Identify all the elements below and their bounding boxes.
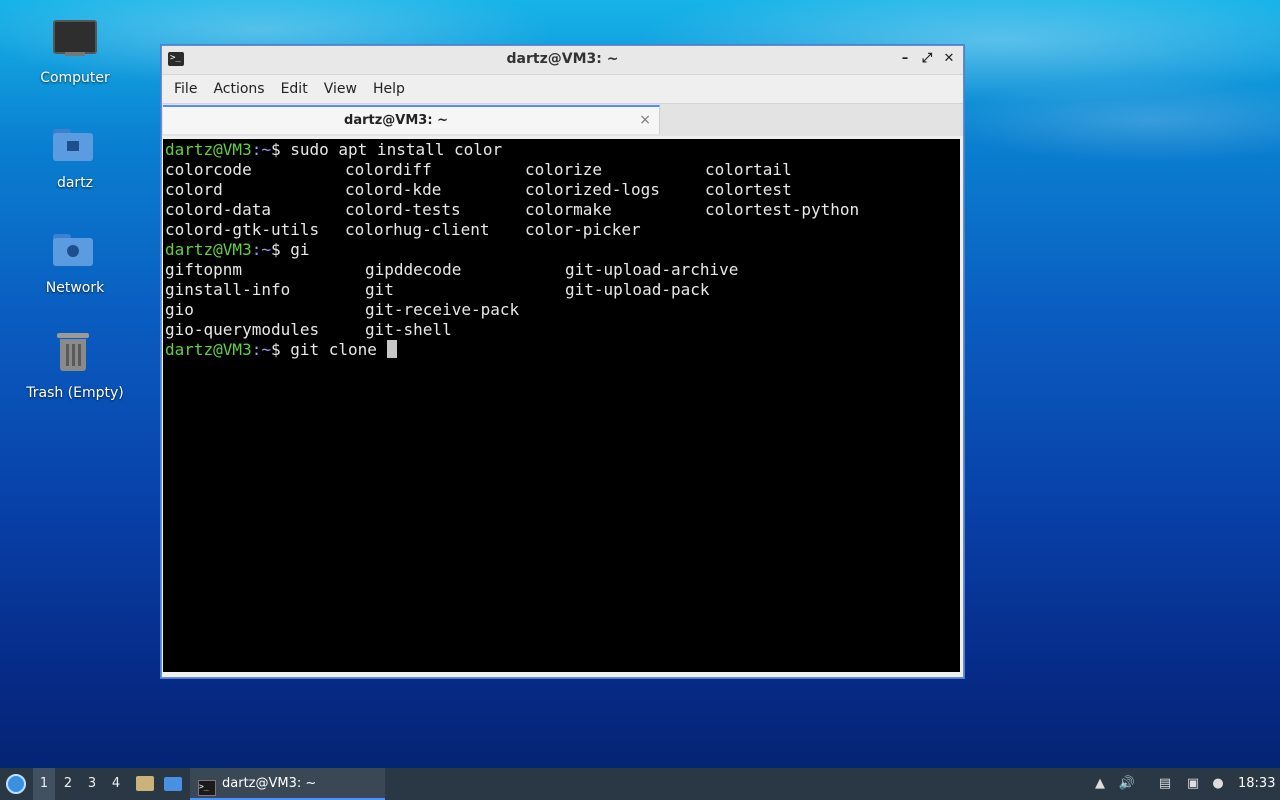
clipboard-icon[interactable]: ▤ [1155, 768, 1175, 800]
prompt-line: dartz@VM3:~$ gi [165, 240, 310, 259]
command-text: sudo apt install color [290, 140, 503, 159]
taskbar-task-terminal[interactable]: >_ dartz@VM3: ~ [190, 768, 385, 800]
trash-icon [51, 333, 99, 381]
minimize-button[interactable]: – [897, 50, 913, 68]
completion-row: gio-querymodules git-shell [165, 320, 452, 339]
workspace-3[interactable]: 3 [81, 768, 103, 800]
tab-label: dartz@VM3: ~ [344, 113, 448, 128]
completion-row: gio git-receive-pack [165, 300, 520, 319]
menu-help[interactable]: Help [365, 81, 413, 97]
desktop-icon-network[interactable]: Network [20, 228, 130, 296]
completion-row: colord-gtk-utils colorhug-client color-pic… [165, 220, 641, 239]
start-menu-button[interactable] [4, 768, 28, 800]
menu-file[interactable]: File [166, 81, 205, 97]
tray-arrow-icon[interactable]: ▲ [1090, 768, 1110, 800]
file-manager-launcher[interactable] [134, 768, 156, 800]
home-folder-icon [51, 123, 99, 171]
close-button[interactable]: ✕ [941, 50, 957, 68]
terminal-icon: >_ [198, 780, 216, 796]
desktop-icon-label: Computer [40, 70, 110, 86]
terminal-output[interactable]: dartz@VM3:~$ sudo apt install color color… [163, 139, 960, 672]
desktop-icon-computer[interactable]: Computer [20, 18, 130, 86]
desktop-icon-label: Network [45, 280, 105, 296]
desktop-icon-label: dartz [56, 175, 94, 191]
maximize-button[interactable]: ⤢ [919, 50, 935, 68]
network-icon[interactable]: ▣ [1183, 768, 1203, 800]
desktop-icon-label: Trash (Empty) [26, 385, 124, 401]
volume-icon[interactable]: 🔊 [1117, 768, 1137, 800]
app-menu-icon [6, 774, 26, 794]
desktop-icon-trash[interactable]: Trash (Empty) [20, 333, 130, 401]
desktop-icon-home[interactable]: dartz [20, 123, 130, 191]
tab-close-icon[interactable]: × [639, 112, 651, 128]
completion-row: colorcode colordiff colorize colortail [165, 160, 792, 179]
clock[interactable]: 18:33 [1238, 768, 1275, 800]
notification-icon[interactable]: ● [1208, 768, 1228, 800]
workspace-2[interactable]: 2 [57, 768, 79, 800]
menu-bar: File Actions Edit View Help [162, 75, 963, 103]
prompt-line: dartz@VM3:~$ sudo apt install color [165, 140, 503, 159]
task-label: dartz@VM3: ~ [222, 776, 317, 791]
completion-row: colord-data colord-tests colormake colortes… [165, 200, 860, 219]
command-text: git clone [290, 340, 387, 359]
command-text: gi [290, 240, 310, 259]
text-cursor [386, 340, 397, 358]
terminal-window: >_ dartz@VM3: ~ – ⤢ ✕ File Actions Edit … [161, 45, 964, 678]
window-titlebar[interactable]: >_ dartz@VM3: ~ – ⤢ ✕ [162, 46, 963, 75]
menu-actions[interactable]: Actions [205, 81, 272, 97]
show-desktop-launcher[interactable] [162, 768, 184, 800]
computer-icon [51, 18, 99, 66]
menu-edit[interactable]: Edit [273, 81, 316, 97]
completion-row: colord colord-kde colorized-logs colortest [165, 180, 792, 199]
tab-terminal[interactable]: dartz@VM3: ~ × [163, 105, 660, 134]
tab-bar: dartz@VM3: ~ × [162, 103, 963, 136]
prompt-line: dartz@VM3:~$ git clone [165, 340, 960, 360]
network-folder-icon [51, 228, 99, 276]
window-title: dartz@VM3: ~ [506, 51, 619, 67]
taskbar: 1 2 3 4 >_ dartz@VM3: ~ ▲ 🔊 ▤ ▣ ● 18:33 [0, 768, 1280, 800]
workspace-4[interactable]: 4 [105, 768, 127, 800]
file-manager-icon [136, 776, 154, 791]
completion-row: giftopnm gipddecode git-upload-archive [165, 260, 739, 279]
workspace-1[interactable]: 1 [33, 768, 55, 800]
desktop-icon [164, 777, 182, 791]
menu-view[interactable]: View [316, 81, 365, 97]
completion-row: ginstall-info git git-upload-pack [165, 280, 710, 299]
